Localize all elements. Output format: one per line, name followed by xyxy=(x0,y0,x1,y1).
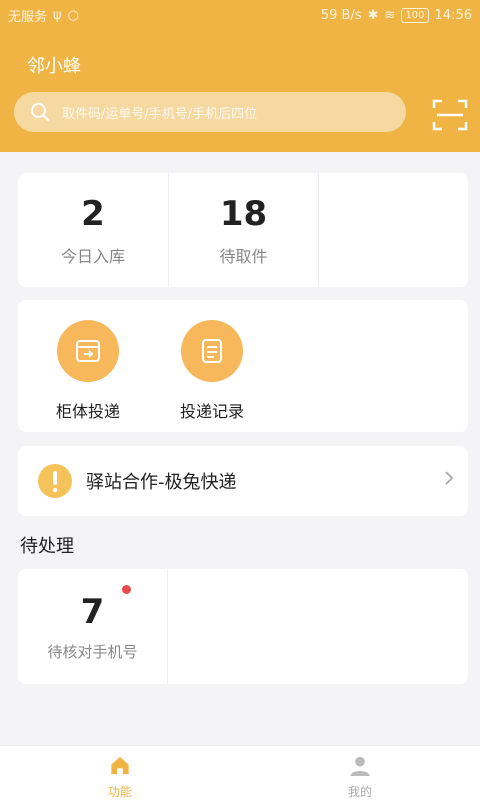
action-label: 柜体投递 xyxy=(55,402,120,421)
exclamation-icon xyxy=(38,464,72,498)
bluetooth-icon: ✱ xyxy=(367,7,379,23)
cabinet-delivery-button[interactable]: 柜体投递 xyxy=(46,320,130,432)
stat-label: 今日入库 xyxy=(60,247,125,266)
scan-icon[interactable] xyxy=(432,98,468,132)
action-label: 投递记录 xyxy=(179,402,244,421)
stats-card: 2 今日入库 18 待取件 xyxy=(18,173,468,287)
stat-value: 2 xyxy=(81,194,105,234)
partner-notice[interactable]: 驿站合作-极兔快递 xyxy=(18,446,468,516)
app-title: 邻小蜂 xyxy=(27,56,81,77)
pending-verify-phone[interactable]: 7 待核对手机号 xyxy=(18,569,168,684)
home-icon xyxy=(111,756,129,775)
pending-card: 7 待核对手机号 xyxy=(18,569,468,684)
tab-functions[interactable]: 功能 xyxy=(0,746,240,800)
tab-label: 我的 xyxy=(347,785,372,799)
stat-today-stored[interactable]: 2 今日入库 xyxy=(18,173,168,287)
status-bar: 无服务 ψ ○ 59 B/s ✱ ≋ 100 14:56 xyxy=(0,0,480,30)
record-icon xyxy=(181,320,243,382)
stat-label: 待取件 xyxy=(219,247,268,266)
badge-dot xyxy=(122,585,131,594)
stat-awaiting-pickup[interactable]: 18 待取件 xyxy=(168,173,318,287)
pending-section-title: 待处理 xyxy=(20,536,74,557)
tab-mine[interactable]: 我的 xyxy=(240,746,480,800)
header: 无服务 ψ ○ 59 B/s ✱ ≋ 100 14:56 邻小蜂 取件码/运单号… xyxy=(0,0,480,152)
notice-text: 驿站合作-极兔快递 xyxy=(86,472,237,493)
carrier-text: 无服务 xyxy=(8,9,48,25)
cabinet-icon xyxy=(57,320,119,382)
stat-value: 18 xyxy=(219,194,268,234)
battery-indicator: 100 xyxy=(401,7,429,23)
delivery-records-button[interactable]: 投递记录 xyxy=(170,320,254,432)
pending-value: 7 xyxy=(80,592,105,632)
tab-bar: 功能 我的 xyxy=(0,745,480,800)
person-icon xyxy=(350,756,370,777)
search-placeholder: 取件码/运单号/手机号/手机后四位 xyxy=(62,106,258,122)
network-speed: 59 B/s xyxy=(320,7,362,23)
clock: 14:56 xyxy=(434,7,472,23)
tab-label: 功能 xyxy=(107,785,132,799)
pending-label: 待核对手机号 xyxy=(47,643,138,661)
stat-empty-slot xyxy=(318,173,468,287)
actions-card: 柜体投递 投递记录 xyxy=(18,300,468,432)
search-input[interactable]: 取件码/运单号/手机号/手机后四位 xyxy=(14,92,406,132)
chevron-right-icon xyxy=(445,471,454,485)
search-icon xyxy=(31,103,49,121)
wifi-icon: ≋ xyxy=(384,7,396,23)
usb-icon: ψ xyxy=(53,7,62,23)
notification-icon: ○ xyxy=(67,7,79,23)
